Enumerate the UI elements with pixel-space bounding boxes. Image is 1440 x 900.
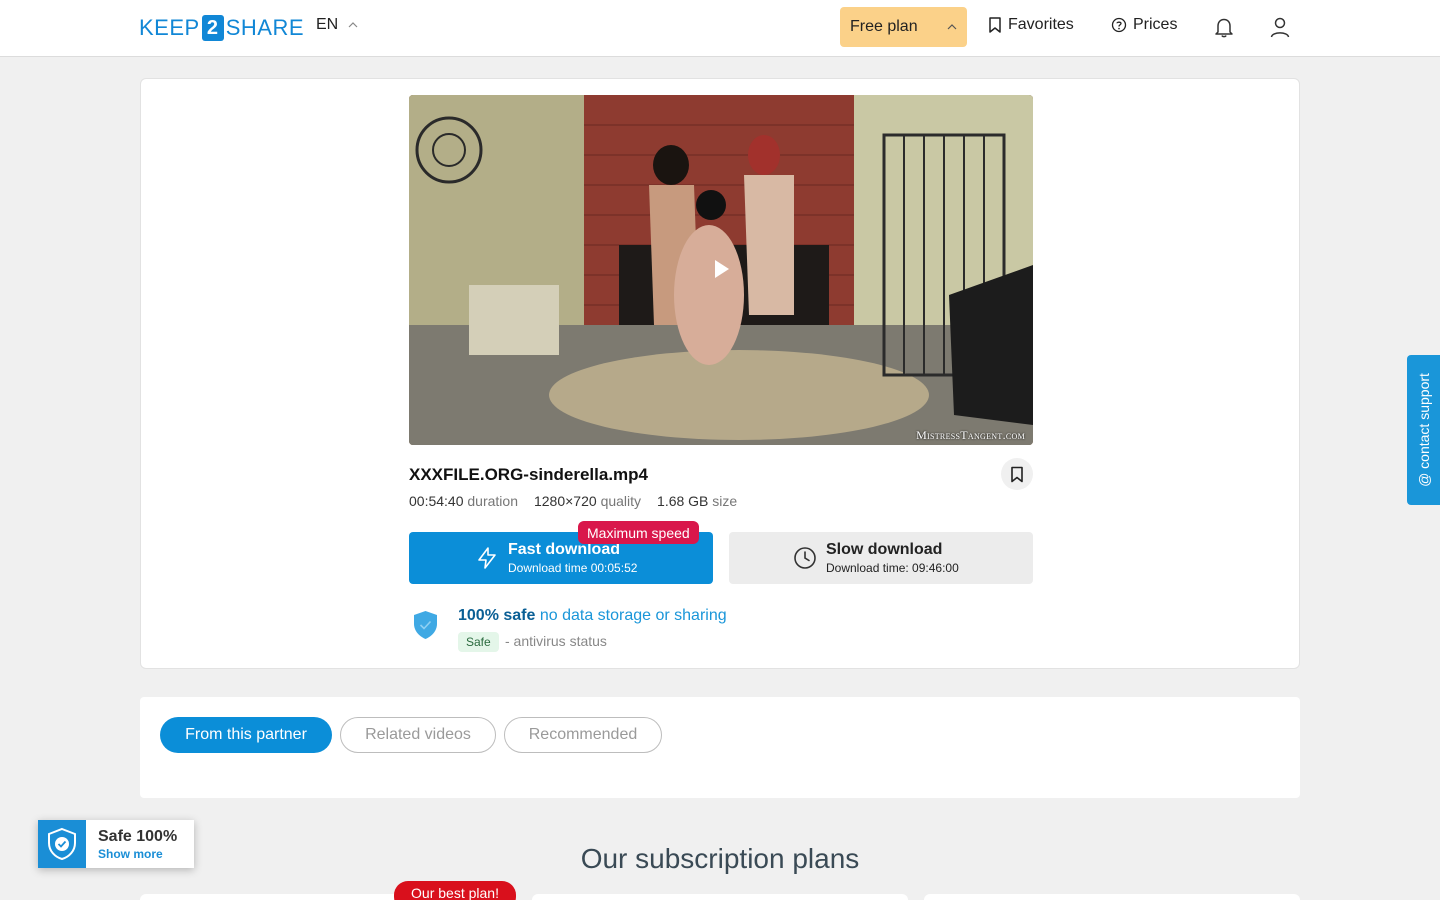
bookmark-icon [989, 17, 1001, 33]
logo-number: 2 [201, 15, 224, 41]
size-value: 1.68 GB [657, 493, 709, 509]
contact-support-text: @ contact support [1416, 373, 1432, 487]
file-quality: 1280×720 quality [534, 493, 641, 509]
bell-icon[interactable] [1213, 16, 1235, 38]
safe-widget-icon-box [38, 820, 86, 868]
safety-title: 100% safe no data storage or sharing [458, 607, 727, 625]
user-icon[interactable] [1269, 16, 1291, 38]
best-plan-badge: Our best plan! [394, 881, 516, 900]
play-icon[interactable] [715, 260, 729, 278]
size-label: size [712, 493, 738, 509]
video-watermark: MistressTangent.com [916, 428, 1025, 442]
shield-check-icon [48, 827, 76, 861]
antivirus-status-text: - antivirus status [505, 633, 607, 649]
safe-widget-title: Safe 100% [98, 828, 178, 845]
language-label: EN [316, 16, 339, 33]
language-selector[interactable]: EN [316, 16, 358, 34]
free-plan-button[interactable]: Free plan [840, 7, 967, 47]
plan-card[interactable] [532, 894, 908, 900]
safety-bold: 100% safe [458, 607, 536, 624]
file-size: 1.68 GB size [657, 493, 737, 509]
slow-download-button[interactable]: Slow download Download time: 09:46:00 [729, 532, 1033, 584]
prices-label: Prices [1133, 16, 1178, 33]
add-to-favorites-button[interactable] [1001, 458, 1033, 490]
clock-icon [794, 547, 816, 569]
prices-link[interactable]: Prices [1111, 16, 1177, 34]
chevron-up-icon [947, 24, 957, 30]
top-header: KEEP 2 SHARE EN Free plan Favorites Pric… [0, 0, 1440, 57]
bookmark-icon [1011, 466, 1023, 482]
favorites-label: Favorites [1008, 16, 1074, 33]
lightning-icon [478, 547, 496, 569]
duration-value: 00:54:40 [409, 493, 464, 509]
chevron-up-icon [348, 22, 358, 28]
contact-support-label: contact support [1415, 373, 1432, 469]
tab-from-this-partner[interactable]: From this partner [160, 717, 332, 753]
tab-recommended[interactable]: Recommended [504, 717, 662, 753]
plan-card[interactable] [924, 894, 1300, 900]
quality-value: 1280×720 [533, 493, 597, 509]
favorites-link[interactable]: Favorites [988, 16, 1074, 34]
duration-label: duration [467, 493, 518, 509]
video-preview[interactable]: MistressTangent.com [409, 95, 1033, 445]
slow-download-time: Download time: 09:46:00 [826, 561, 959, 575]
fast-download-time: Download time 00:05:52 [508, 561, 638, 575]
at-icon: @ [1415, 472, 1432, 487]
file-name: XXXFILE.ORG-sinderella.mp4 [409, 465, 649, 484]
file-duration: 00:54:40 duration [409, 493, 518, 509]
keep2share-logo[interactable]: KEEP 2 SHARE [139, 14, 304, 42]
tab-related-videos[interactable]: Related videos [340, 717, 496, 753]
shield-check-icon [414, 611, 437, 639]
safe-100-widget[interactable]: Safe 100% Show more [38, 820, 194, 868]
file-meta: 00:54:40 duration 1280×720 quality 1.68 … [409, 493, 737, 509]
related-tabs-card: From this partner Related videos Recomme… [140, 697, 1300, 798]
file-card: MistressTangent.com XXXFILE.ORG-sinderel… [140, 78, 1300, 669]
logo-text-right: SHARE [225, 15, 304, 40]
quality-label: quality [600, 493, 642, 509]
maximum-speed-badge: Maximum speed [578, 521, 699, 544]
slow-download-title: Slow download [826, 541, 943, 558]
logo-text-left: KEEP [139, 15, 200, 40]
antivirus-safe-tag: Safe [458, 632, 499, 652]
safety-description: no data storage or sharing [539, 607, 727, 624]
show-more-link[interactable]: Show more [98, 847, 163, 861]
subscription-plans-title: Our subscription plans [580, 843, 860, 874]
contact-support-button[interactable]: @ contact support [1407, 355, 1440, 505]
plan-label: Free plan [850, 18, 918, 35]
help-circle-icon [1111, 17, 1127, 33]
